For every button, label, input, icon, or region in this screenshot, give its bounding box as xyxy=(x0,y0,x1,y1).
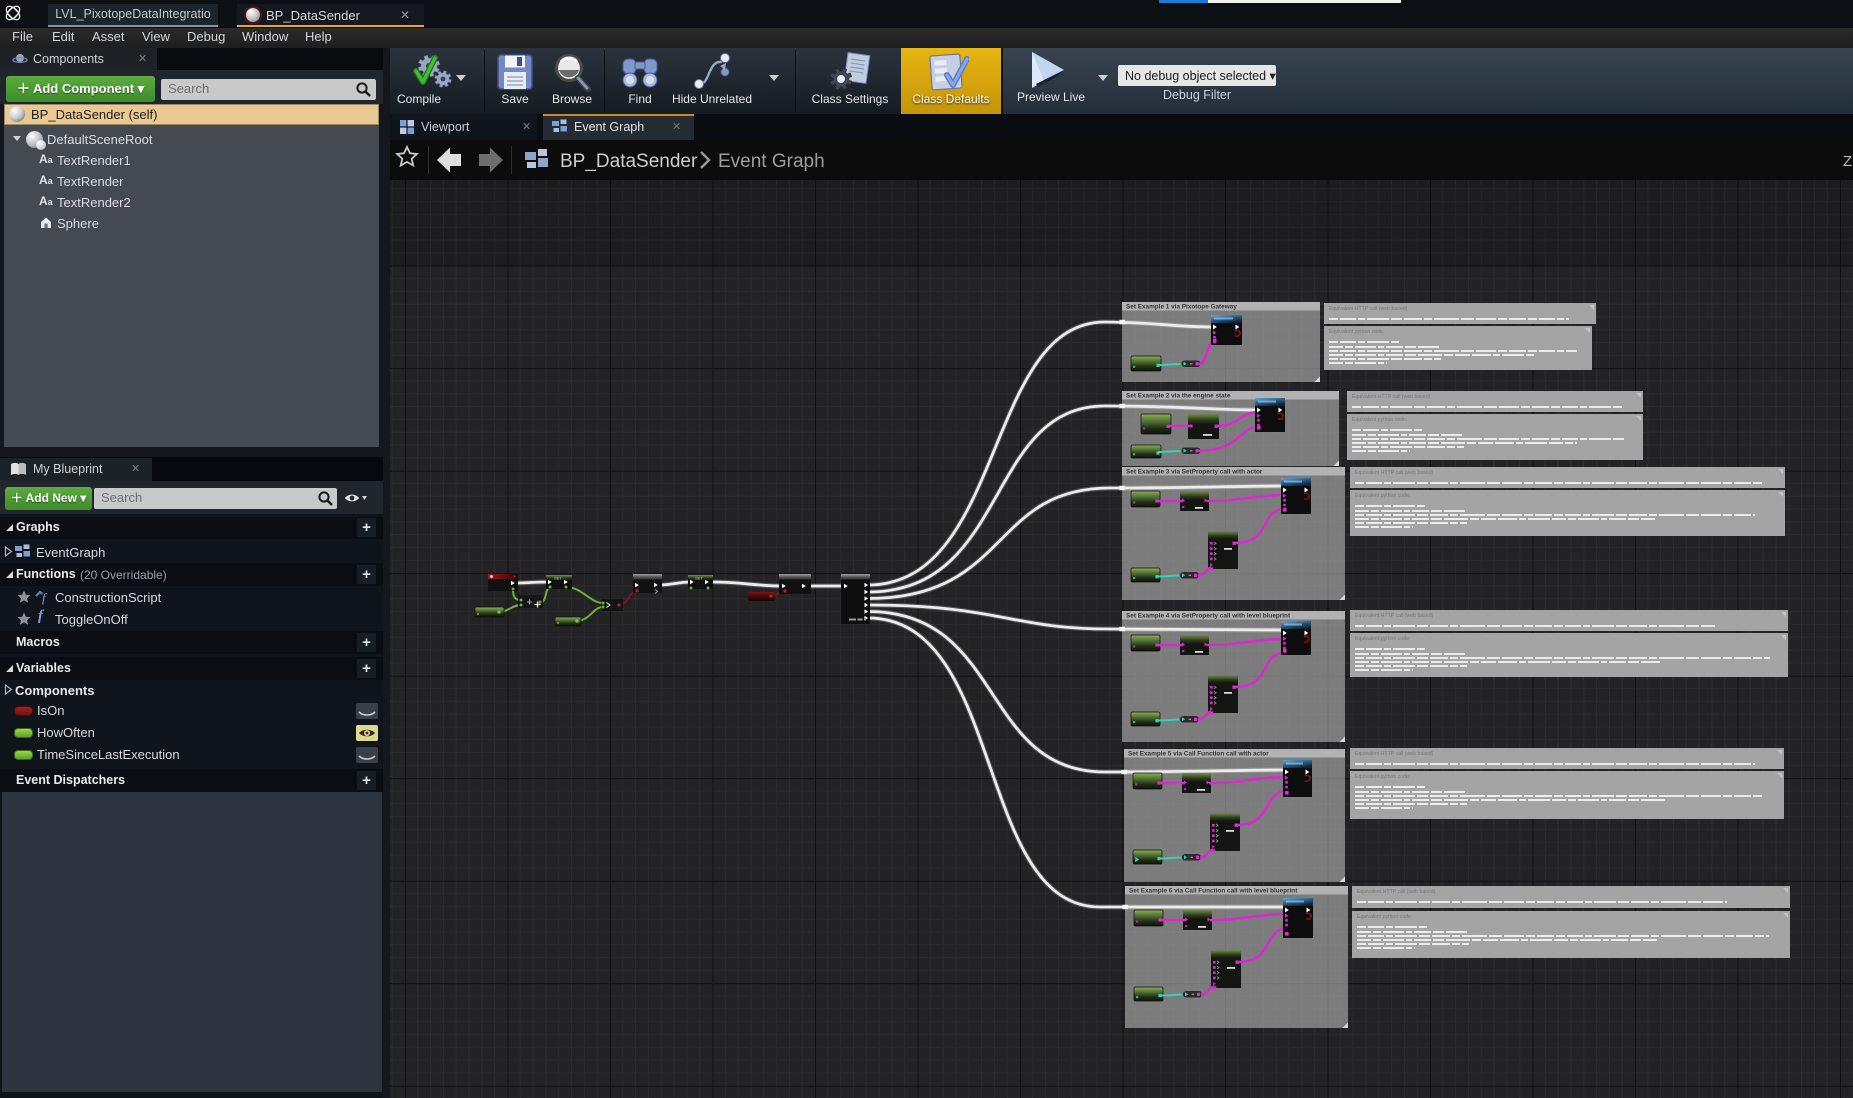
svg-text:Set Example 6 via Call Functio: Set Example 6 via Call Function call wit… xyxy=(1129,888,1298,895)
svg-text:Set Example 3 via SetProperty: Set Example 3 via SetProperty call with … xyxy=(1126,469,1263,476)
svg-text:Z: Z xyxy=(1843,153,1852,170)
svg-text:Set Example 5 via Call Functio: Set Example 5 via Call Function call wit… xyxy=(1128,751,1269,758)
svg-text:Equivalent python code:: Equivalent python code: xyxy=(1355,636,1410,642)
svg-text:Event Graph: Event Graph xyxy=(718,151,825,172)
svg-text:Equivalent python code:: Equivalent python code: xyxy=(1357,914,1412,920)
svg-text:BP_DataSender: BP_DataSender xyxy=(560,151,698,172)
svg-text:Equivalent python code:: Equivalent python code: xyxy=(1355,493,1410,499)
svg-text:Equivalent python code:: Equivalent python code: xyxy=(1352,417,1407,423)
svg-text:Equivalent HTTP call (web base: Equivalent HTTP call (web based) xyxy=(1357,889,1436,895)
svg-text:Equivalent HTTP call (web base: Equivalent HTTP call (web based) xyxy=(1355,470,1434,476)
svg-text:Set Example 2 via the engine s: Set Example 2 via the engine state xyxy=(1126,393,1231,400)
svg-text:Equivalent HTTP call (web base: Equivalent HTTP call (web based) xyxy=(1355,751,1434,757)
svg-text:f: f xyxy=(42,590,48,605)
svg-text:Equivalent python code:: Equivalent python code: xyxy=(1329,329,1384,335)
svg-text:SET: SET xyxy=(554,576,562,581)
svg-text:Equivalent HTTP call (web base: Equivalent HTTP call (web based) xyxy=(1352,394,1431,400)
svg-text:Equivalent HTTP call (web base: Equivalent HTTP call (web based) xyxy=(1355,613,1434,619)
svg-text:Equivalent HTTP call (web base: Equivalent HTTP call (web based) xyxy=(1329,306,1408,312)
svg-text:Set Example 1 via Pixotope Gat: Set Example 1 via Pixotope Gateway xyxy=(1126,304,1237,311)
svg-text:Equivalent python code:: Equivalent python code: xyxy=(1355,774,1410,780)
svg-text:Set Example 4 via SetProperty: Set Example 4 via SetProperty call with … xyxy=(1126,613,1291,620)
svg-text:SET: SET xyxy=(695,576,703,581)
